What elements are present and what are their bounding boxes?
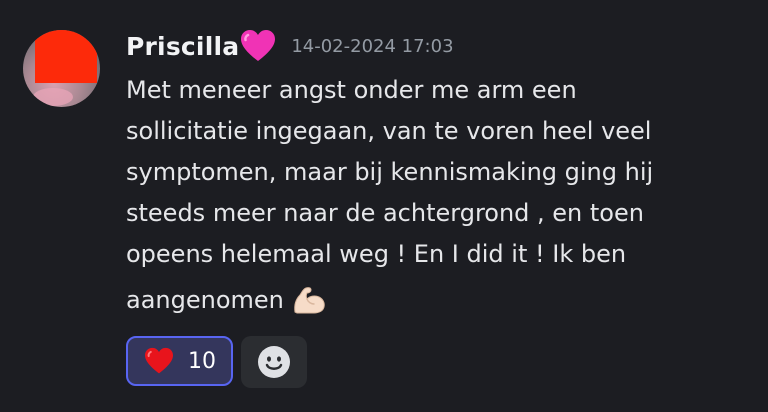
message-content: Met meneer angst onder me arm een sollic… [126, 70, 746, 324]
chat-message: Priscilla 14-02-2024 17:03 Met meneer an… [0, 0, 768, 412]
username[interactable]: Priscilla [126, 32, 239, 61]
flexed-biceps-icon [292, 285, 326, 315]
message-line: symptomen, maar bij kennismaking ging hi… [126, 158, 654, 186]
timestamp: 14-02-2024 17:03 [291, 35, 454, 57]
message-line: aangenomen [126, 285, 284, 314]
message-line: sollicitatie ingegaan, van te voren heel… [126, 117, 652, 145]
message-line: steeds meer naar de achtergrond , en toe… [126, 199, 644, 227]
message-line: Met meneer angst onder me arm een [126, 76, 577, 104]
reaction-count: 10 [188, 348, 216, 374]
avatar[interactable] [23, 30, 100, 107]
add-reaction-button[interactable] [241, 336, 307, 388]
red-heart-icon [144, 347, 174, 375]
message-header: Priscilla 14-02-2024 17:03 [126, 26, 454, 66]
redaction-box [35, 30, 97, 83]
reaction-heart[interactable]: 10 [126, 336, 233, 386]
message-line: opeens helemaal weg ! En I did it ! Ik b… [126, 240, 627, 268]
avatar-photo [33, 88, 73, 106]
reaction-bar: 10 [126, 336, 307, 388]
smiley-face-icon [257, 345, 291, 379]
pink-heart-icon [240, 29, 276, 63]
